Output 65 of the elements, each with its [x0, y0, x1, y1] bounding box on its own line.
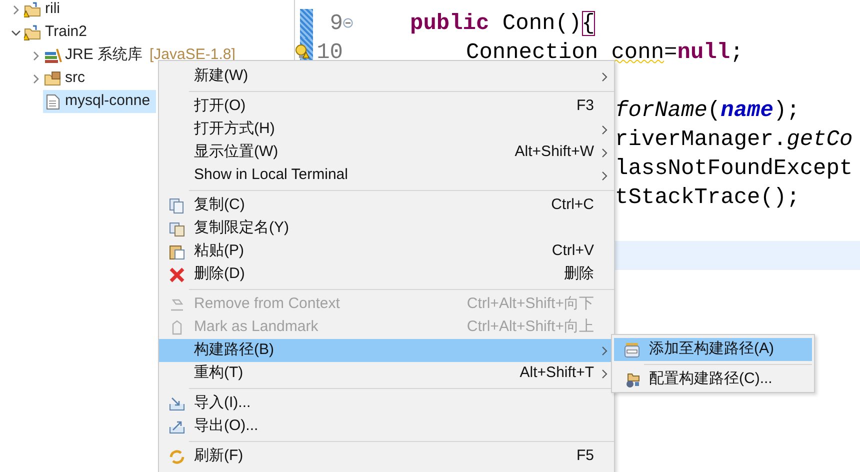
tree-item-label: src — [65, 68, 85, 88]
menu-item[interactable]: 新建(W) — [159, 65, 614, 88]
tree-item[interactable]: mysql-conne — [43, 90, 156, 113]
menu-item[interactable]: 删除(D) 删除 — [159, 263, 614, 286]
project-folder-icon — [24, 24, 42, 40]
copy-name-icon — [168, 220, 184, 236]
menu-item[interactable]: 构建路径(B) — [159, 339, 614, 362]
menu-item[interactable]: 导入(I)... — [159, 392, 614, 415]
shortcut-label: Ctrl+V — [552, 241, 594, 262]
remove-context-icon — [168, 296, 184, 312]
line-number: 10 — [316, 39, 343, 67]
chevron-down-icon[interactable] — [11, 28, 21, 38]
shortcut-label: Ctrl+Alt+Shift+向上 — [466, 317, 594, 338]
collapse-icon[interactable] — [343, 18, 353, 28]
tree-item-decoration: [JavaSE-1.8] — [150, 45, 236, 66]
books-icon — [44, 48, 62, 64]
code-line: riverManager.getCo — [615, 126, 853, 154]
tree-item[interactable]: JRE 系统库 [JavaSE-1.8] — [43, 44, 242, 67]
menu-item[interactable]: 重构(T) Alt+Shift+T — [159, 362, 614, 385]
shortcut-label: F5 — [576, 446, 594, 466]
shortcut-label: Alt+Shift+T — [520, 363, 594, 384]
package-folder-icon — [44, 70, 62, 86]
menu-item[interactable]: 添加至构建路径(A) — [614, 338, 812, 361]
code-line: Connection conn=null; — [466, 39, 744, 67]
delete-icon — [168, 266, 184, 282]
shortcut-label: Ctrl+Alt+Shift+向下 — [466, 294, 594, 314]
tree-item-label: Train2 — [45, 22, 87, 42]
chevron-right-icon[interactable] — [11, 4, 21, 14]
menu-item[interactable]: 复制限定名(Y) — [159, 217, 614, 240]
chevron-right-icon[interactable] — [31, 50, 41, 60]
document-icon — [46, 94, 60, 110]
shortcut-label: F3 — [576, 96, 594, 116]
menu-item[interactable]: 配置构建路径(C)... — [614, 368, 812, 391]
import-icon — [168, 396, 184, 412]
menu-item[interactable]: 显示位置(W) Alt+Shift+W — [159, 141, 614, 164]
menu-item[interactable]: 打开(O) F3 — [159, 95, 614, 118]
menu-item[interactable]: 导出(O)... — [159, 415, 614, 438]
menu-item[interactable]: 粘贴(P) Ctrl+V — [159, 240, 614, 263]
export-icon — [168, 418, 184, 434]
chevron-right-icon[interactable] — [31, 74, 41, 84]
code-line: forName(name); — [615, 97, 800, 125]
shortcut-label: Ctrl+C — [551, 195, 594, 216]
tree-item-label: JRE 系统库 — [65, 45, 143, 66]
menu-item[interactable]: Show in Local Terminal — [159, 164, 614, 187]
configure-icon — [624, 372, 640, 388]
code-line: lassNotFoundExcept — [615, 155, 853, 183]
line-number: 9 — [330, 10, 343, 38]
refresh-icon — [168, 448, 184, 464]
copy-icon — [168, 198, 184, 214]
menu-item[interactable]: 刷新(F) F5 — [159, 445, 614, 468]
tree-item-label: mysql-conne — [65, 91, 150, 112]
code-line: public Conn(){ — [410, 10, 595, 38]
menu-item[interactable]: 打开方式(H) — [159, 118, 614, 141]
jar-icon — [624, 342, 640, 358]
project-folder-icon — [24, 2, 42, 18]
tree-item[interactable]: src — [43, 67, 91, 90]
menu-item[interactable]: 复制(C) Ctrl+C — [159, 194, 614, 217]
code-line: tStackTrace(); — [615, 184, 800, 212]
shortcut-label: Alt+Shift+W — [514, 142, 594, 162]
shortcut-label: 删除 — [564, 264, 594, 284]
lightbulb-warning-icon[interactable] — [295, 44, 310, 60]
clipboard-icon — [168, 244, 184, 260]
tree-item[interactable]: rili — [23, 0, 66, 21]
tree-item[interactable]: Train2 — [23, 21, 93, 44]
tree-item-label: rili — [45, 0, 60, 20]
